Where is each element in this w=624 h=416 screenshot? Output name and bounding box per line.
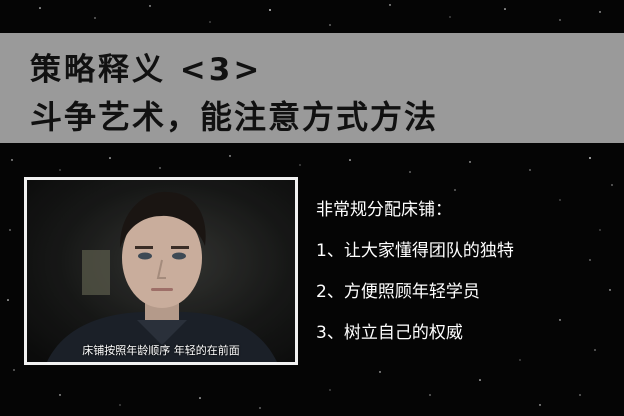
point-item: 3、树立自己的权威 — [316, 323, 463, 343]
point-item: 2、方便照顾年轻学员 — [316, 282, 480, 302]
slide-title: 策略释义 <3> — [30, 52, 263, 88]
photo-frame: 床铺按照年龄顺序 年轻的在前面 — [24, 177, 298, 365]
portrait-illustration — [27, 180, 295, 362]
point-item: 1、让大家懂得团队的独特 — [316, 241, 514, 261]
image-caption: 床铺按照年龄顺序 年轻的在前面 — [82, 344, 240, 357]
point-list: 非常规分配床铺： 1、让大家懂得团队的独特 2、方便照顾年轻学员 3、树立自己的… — [316, 202, 514, 366]
movie-still-image: 床铺按照年龄顺序 年轻的在前面 — [27, 180, 295, 362]
slide-subtitle: 斗争艺术，能注意方式方法 — [30, 98, 439, 136]
point-heading: 非常规分配床铺： — [316, 200, 452, 220]
